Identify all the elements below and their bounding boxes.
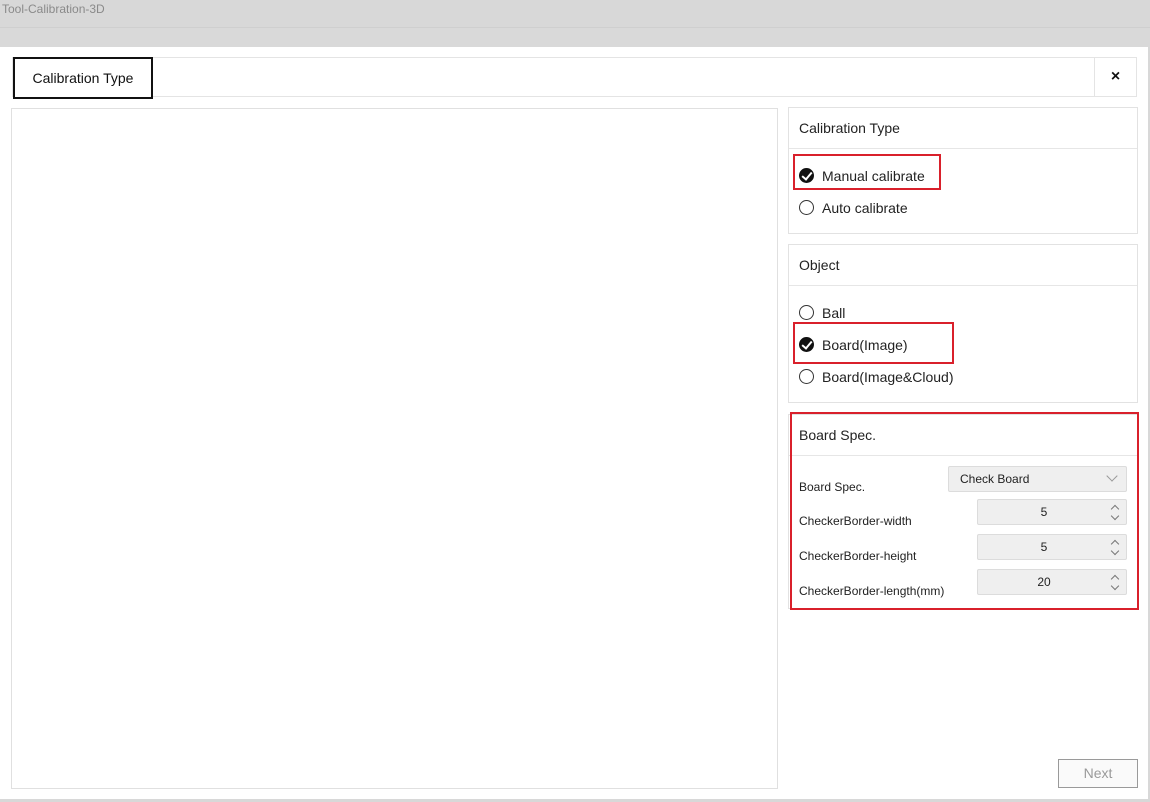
spin-arrows[interactable] [1104,500,1126,524]
radio-unchecked-icon [799,305,814,321]
manual-calibrate-radio[interactable]: Manual calibrate [799,165,925,187]
checker-height-spinbox[interactable]: 5 [977,534,1127,560]
ball-label: Ball [822,305,846,321]
checker-width-label: CheckerBorder-width [799,514,912,528]
board-image-radio[interactable]: Board(Image) [799,334,908,356]
board-spec-dropdown[interactable]: Check Board [948,466,1127,492]
board-spec-value: Check Board [960,472,1030,486]
board-spec-group: Board Spec. Board Spec. Check Board Chec… [788,414,1138,609]
checker-length-value: 20 [1037,575,1051,589]
board-image-label: Board(Image) [822,337,908,353]
next-button[interactable]: Next [1058,759,1138,788]
board-image-cloud-label: Board(Image&Cloud) [822,369,954,385]
calibration-type-header: Calibration Type [789,108,1137,149]
checker-width-spinbox[interactable]: 5 [977,499,1127,525]
chevron-down-icon [1106,470,1118,482]
board-image-cloud-radio[interactable]: Board(Image&Cloud) [799,366,954,388]
auto-calibrate-label: Auto calibrate [822,200,908,216]
chevron-down-icon[interactable] [1110,581,1120,591]
checker-length-spinbox[interactable]: 20 [977,569,1127,595]
board-spec-label: Board Spec. [799,480,866,494]
tab-bar: Calibration Type × [12,57,1137,99]
main-panel: Calibration Type × Calibration Type Manu… [0,47,1148,799]
object-header: Object [789,245,1137,286]
radio-checked-icon [799,337,814,353]
chevron-down-icon[interactable] [1110,546,1120,556]
radio-unchecked-icon [799,200,814,216]
spin-arrows[interactable] [1104,570,1126,594]
menu-bar [0,28,1150,47]
radio-unchecked-icon [799,369,814,385]
checker-length-label: CheckerBorder-length(mm) [799,584,945,598]
ball-radio[interactable]: Ball [799,302,845,324]
checker-height-label: CheckerBorder-height [799,549,917,563]
object-group: Object Ball Board(Image) Board(Image&Clo… [788,244,1138,403]
close-button[interactable]: × [1094,58,1136,96]
calibration-type-group: Calibration Type Manual calibrate Auto c… [788,107,1138,234]
chevron-down-icon[interactable] [1110,511,1120,521]
radio-checked-icon [799,168,814,184]
checker-width-value: 5 [1040,505,1048,519]
title-bar: Tool-Calibration-3D [0,0,1150,28]
window-title: Tool-Calibration-3D [2,2,105,16]
manual-calibrate-label: Manual calibrate [822,168,925,184]
checker-height-value: 5 [1040,540,1048,554]
board-spec-header: Board Spec. [789,415,1137,456]
auto-calibrate-radio[interactable]: Auto calibrate [799,197,908,219]
tab-calibration-type[interactable]: Calibration Type [13,57,153,99]
spin-arrows[interactable] [1104,535,1126,559]
image-view-canvas[interactable] [11,108,778,789]
